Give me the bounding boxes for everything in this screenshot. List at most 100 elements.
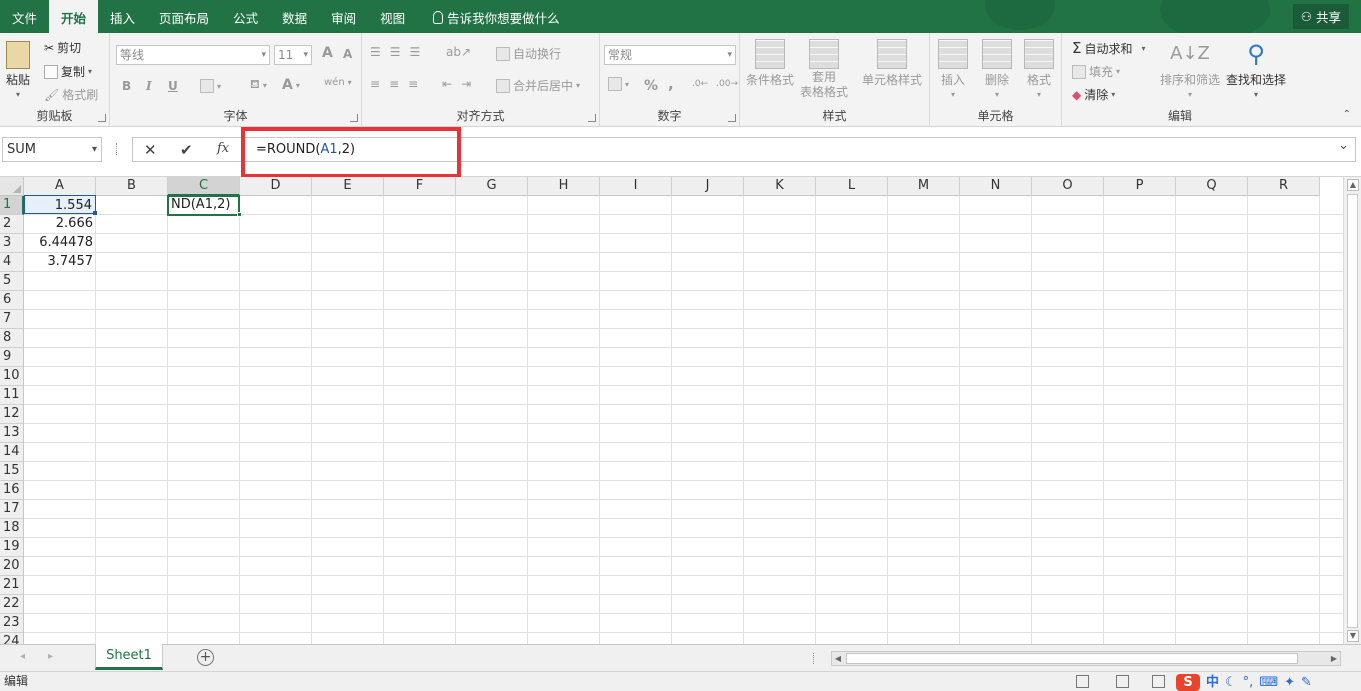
scroll-right-icon[interactable]: ▶	[1328, 652, 1340, 665]
cancel-icon[interactable]: ✕	[144, 141, 157, 159]
borders-button[interactable]: ▾	[200, 79, 221, 93]
sheet-tab-sheet1[interactable]: Sheet1	[95, 644, 163, 670]
row-header-3[interactable]: 3	[0, 234, 24, 253]
phonetic-button[interactable]: wén ▾	[324, 77, 352, 88]
column-header-g[interactable]: G	[456, 177, 528, 196]
row-header-20[interactable]: 20	[0, 557, 24, 576]
column-header-o[interactable]: O	[1032, 177, 1104, 196]
row-header-9[interactable]: 9	[0, 348, 24, 367]
row-header-14[interactable]: 14	[0, 443, 24, 462]
dialog-launcher-icon[interactable]	[588, 114, 596, 122]
find-select-button[interactable]: ⚲ 查找和选择 ▾	[1226, 39, 1286, 99]
font-size-select[interactable]: 11	[274, 45, 312, 65]
vertical-scrollbar[interactable]: ▲ ▼	[1343, 177, 1361, 644]
tab-page-layout[interactable]: 页面布局	[147, 2, 221, 33]
row-header-22[interactable]: 22	[0, 595, 24, 614]
column-header-p[interactable]: P	[1104, 177, 1176, 196]
row-header-7[interactable]: 7	[0, 310, 24, 329]
dialog-launcher-icon[interactable]	[350, 114, 358, 122]
tab-home[interactable]: 开始	[49, 0, 99, 33]
column-header-n[interactable]: N	[960, 177, 1032, 196]
fill-handle[interactable]	[237, 212, 242, 217]
row-header-18[interactable]: 18	[0, 519, 24, 538]
select-all-button[interactable]	[0, 177, 24, 196]
column-header-b[interactable]: B	[96, 177, 168, 196]
merge-center-button[interactable]: 合并后居中 ▾	[496, 77, 580, 94]
sort-filter-button[interactable]: A↓Z 排序和筛选 ▾	[1160, 39, 1220, 99]
add-sheet-button[interactable]: +	[197, 649, 214, 666]
tab-view[interactable]: 视图	[368, 2, 417, 33]
insert-cells-button[interactable]: 插入 ▾	[938, 39, 968, 99]
number-format-select[interactable]: 常规	[604, 45, 736, 65]
scroll-down-icon[interactable]: ▼	[1347, 630, 1359, 642]
tab-review[interactable]: 审阅	[319, 2, 368, 33]
tab-data[interactable]: 数据	[270, 2, 319, 33]
tell-me-box[interactable]: 告诉我你想要做什么	[417, 2, 572, 33]
column-header-r[interactable]: R	[1248, 177, 1320, 196]
column-header-a[interactable]: A	[24, 177, 96, 196]
row-header-23[interactable]: 23	[0, 614, 24, 633]
column-header-l[interactable]: L	[816, 177, 888, 196]
row-header-11[interactable]: 11	[0, 386, 24, 405]
row-header-1[interactable]: 1	[0, 196, 24, 215]
prev-sheet-icon[interactable]: ◂	[20, 651, 25, 662]
scroll-up-icon[interactable]: ▲	[1347, 179, 1359, 191]
copy-button[interactable]: 复制 ▾	[44, 63, 92, 80]
dialog-launcher-icon[interactable]	[98, 114, 106, 122]
tab-file[interactable]: 文件	[0, 2, 49, 33]
cut-button[interactable]: ✂ 剪切	[44, 39, 81, 56]
row-header-2[interactable]: 2	[0, 215, 24, 234]
normal-view-icon[interactable]	[1076, 675, 1089, 688]
column-header-m[interactable]: M	[888, 177, 960, 196]
column-header-i[interactable]: I	[600, 177, 672, 196]
tab-insert[interactable]: 插入	[98, 2, 147, 33]
fill-color-button[interactable]: ⛾ ▾	[250, 77, 267, 93]
formula-input[interactable]: =ROUND(A1,2)	[242, 134, 1356, 162]
cell-a2[interactable]: 2.666	[24, 214, 96, 233]
row-header-13[interactable]: 13	[0, 424, 24, 443]
cell-styles-button[interactable]: 单元格样式	[862, 39, 922, 88]
spreadsheet-grid[interactable]: A B C D E F G H I J K L M N O P Q R 1 2 3 4 5 6 7 8 9 10 11 12 13 14 15 1…	[0, 177, 1343, 644]
paste-button[interactable]: 粘贴 ▾	[6, 41, 30, 99]
format-cells-button[interactable]: 格式 ▾	[1024, 39, 1054, 99]
column-header-h[interactable]: H	[528, 177, 600, 196]
row-header-21[interactable]: 21	[0, 576, 24, 595]
italic-button[interactable]: I	[146, 79, 152, 93]
tab-split-handle[interactable]	[813, 653, 816, 664]
dialog-launcher-icon[interactable]	[728, 114, 736, 122]
insert-function-icon[interactable]: fx	[217, 141, 229, 156]
autosum-button[interactable]: Σ 自动求和 ▾	[1072, 39, 1146, 57]
row-header-12[interactable]: 12	[0, 405, 24, 424]
clear-button[interactable]: ◆ 清除 ▾	[1072, 86, 1115, 103]
scroll-left-icon[interactable]: ◀	[832, 652, 844, 665]
orientation-button[interactable]: ab↗	[446, 45, 471, 59]
font-color-button[interactable]: A ▾	[282, 77, 300, 93]
row-header-15[interactable]: 15	[0, 462, 24, 481]
collapse-ribbon-icon[interactable]: ⌃	[1343, 109, 1351, 120]
name-box[interactable]: SUM	[2, 137, 102, 162]
share-button[interactable]: ⚇ 共享	[1292, 4, 1349, 29]
wrap-text-button[interactable]: 自动换行	[496, 45, 561, 62]
row-header-17[interactable]: 17	[0, 500, 24, 519]
vertical-align-buttons[interactable]: ☰ ☰ ☰	[370, 45, 426, 59]
row-header-24[interactable]: 24	[0, 633, 24, 644]
next-sheet-icon[interactable]: ▸	[48, 651, 53, 662]
comma-button[interactable]: ,	[668, 75, 674, 93]
font-name-select[interactable]: 等线	[116, 45, 270, 65]
active-cell-c1[interactable]: ND(A1,2)	[167, 195, 240, 216]
horizontal-align-buttons[interactable]: ≡ ≡ ≡	[370, 77, 424, 91]
tab-formulas[interactable]: 公式	[221, 2, 270, 33]
shrink-font-button[interactable]: A	[343, 47, 352, 61]
page-layout-view-icon[interactable]	[1116, 675, 1129, 688]
cell-a1[interactable]: 1.554	[24, 195, 96, 214]
row-header-5[interactable]: 5	[0, 272, 24, 291]
decimal-buttons[interactable]: .0← .00→	[692, 79, 738, 89]
column-header-k[interactable]: K	[744, 177, 816, 196]
row-header-4[interactable]: 4	[0, 253, 24, 272]
horizontal-scrollbar[interactable]: ◀ ▶	[831, 651, 1341, 666]
column-header-j[interactable]: J	[672, 177, 744, 196]
row-header-6[interactable]: 6	[0, 291, 24, 310]
delete-cells-button[interactable]: 删除 ▾	[982, 39, 1012, 99]
fill-button[interactable]: 填充 ▾	[1072, 63, 1120, 80]
column-header-q[interactable]: Q	[1176, 177, 1248, 196]
